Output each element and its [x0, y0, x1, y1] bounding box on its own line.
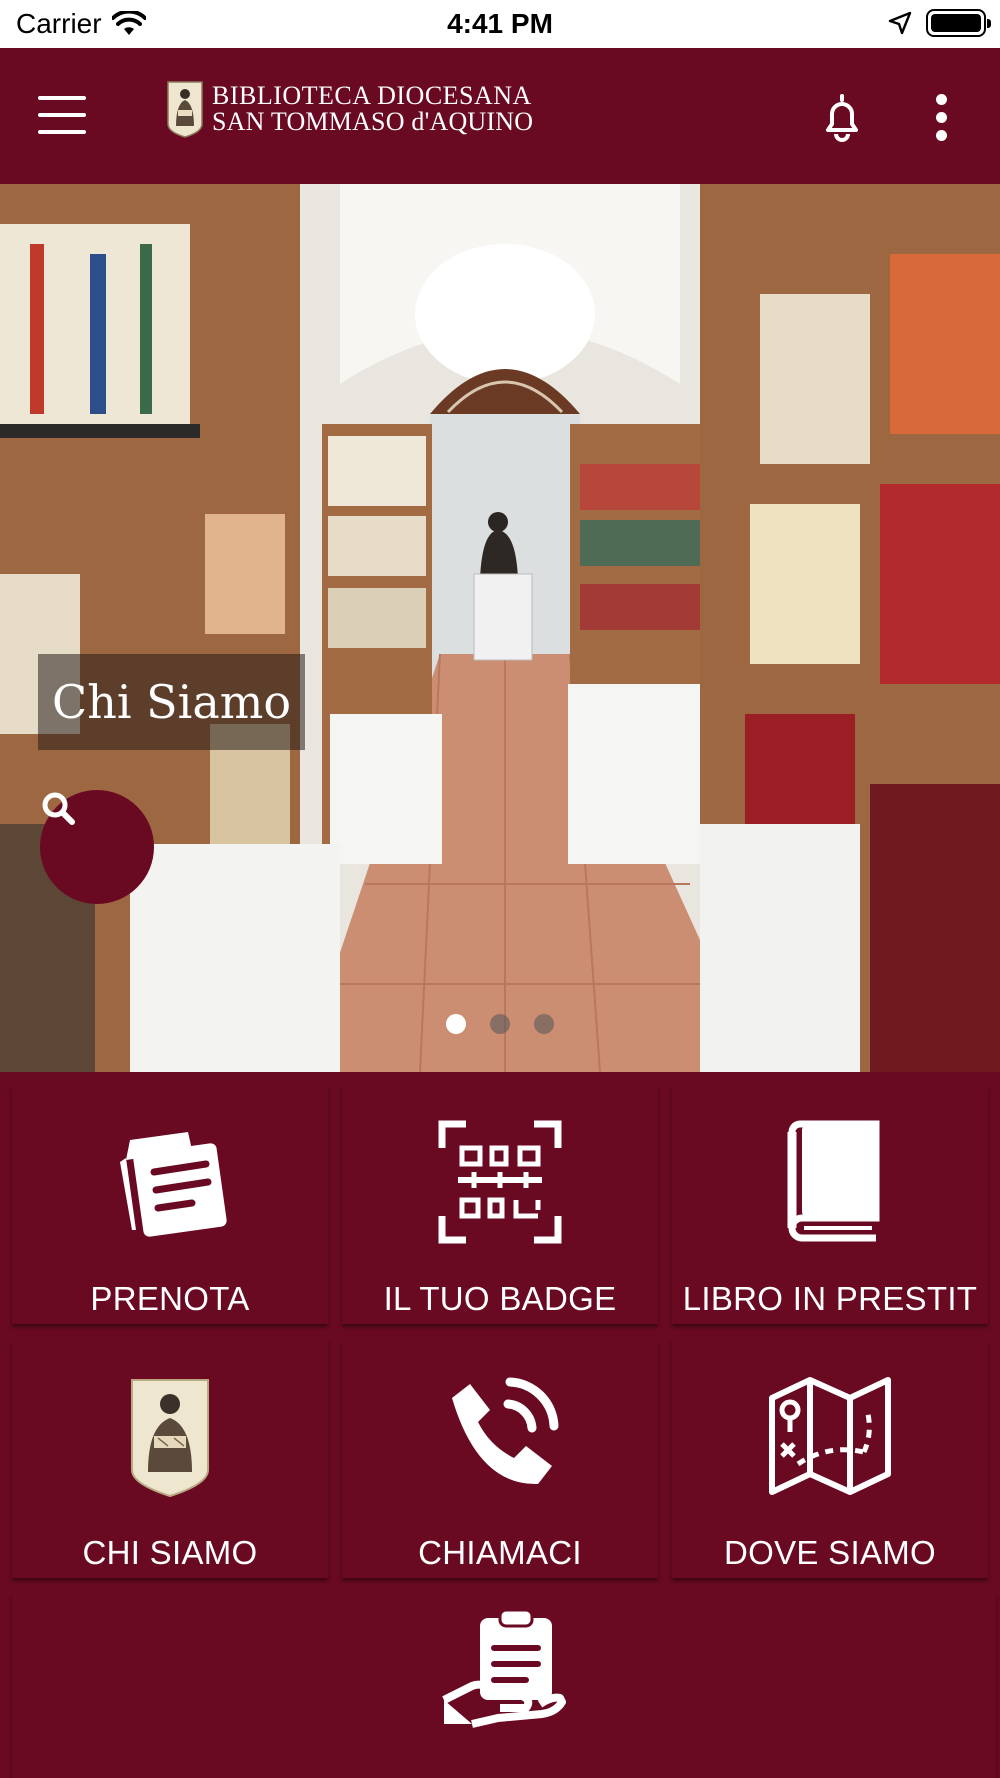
app-bar: BIBLIOTECA DIOCESANA SAN TOMMASO d'AQUIN… — [0, 48, 1000, 184]
bell-icon — [826, 94, 858, 142]
tile-dove-siamo[interactable]: DOVE SIAMO — [672, 1340, 988, 1578]
search-icon — [42, 792, 75, 825]
carousel-dot[interactable] — [446, 1014, 466, 1034]
clipboard-hand-icon — [442, 1608, 566, 1728]
hero-caption: Chi Siamo — [38, 654, 306, 750]
tile-label: IL TUO BADGE — [383, 1280, 617, 1317]
tile-prenota[interactable]: PRENOTA — [12, 1086, 328, 1324]
tile-libro-in-prestito[interactable]: LIBRO IN PRESTIT — [672, 1086, 988, 1324]
tile-chiamaci[interactable]: CHIAMACI — [342, 1340, 658, 1578]
logo-subtitle: SAN TOMMASO d'AQUINO — [212, 107, 534, 136]
tile-label: CHIAMACI — [418, 1534, 582, 1571]
location-arrow-icon — [888, 11, 912, 35]
notes-icon — [120, 1132, 227, 1237]
tile-services[interactable] — [12, 1594, 996, 1778]
carousel-dot[interactable] — [490, 1014, 510, 1034]
tile-label: CHI SIAMO — [82, 1534, 258, 1571]
notifications-button[interactable] — [816, 92, 868, 144]
tile-chi-siamo[interactable]: CHI SIAMO — [12, 1340, 328, 1578]
more-options-button[interactable] — [930, 92, 952, 144]
status-time: 4:41 PM — [447, 8, 553, 39]
status-indicators — [888, 9, 991, 37]
hamburger-menu-button[interactable] — [36, 90, 88, 140]
hero-carousel[interactable]: Chi Siamo — [0, 184, 1000, 1072]
feature-grid: PRENOTA IL TUO BADGE LIBRO IN PRESTIT CH… — [0, 1072, 1000, 1778]
carousel-dot[interactable] — [534, 1014, 554, 1034]
battery-icon — [926, 9, 991, 37]
carousel-pagination — [0, 1014, 1000, 1034]
tile-il-tuo-badge[interactable]: IL TUO BADGE — [342, 1086, 658, 1324]
library-interior-image — [0, 184, 1000, 1072]
status-bar: Carrier 4:41 PM — [0, 0, 1000, 48]
tile-label: DOVE SIAMO — [723, 1534, 937, 1571]
book-icon — [787, 1120, 880, 1242]
tile-label: PRENOTA — [90, 1280, 250, 1317]
map-icon — [769, 1377, 891, 1495]
logo-title: BIBLIOTECA DIOCESANA — [212, 81, 532, 110]
saint-emblem-icon — [167, 81, 203, 138]
search-button[interactable] — [40, 790, 154, 904]
qr-code-icon — [438, 1120, 562, 1244]
library-logo: BIBLIOTECA DIOCESANA SAN TOMMASO d'AQUIN… — [166, 80, 533, 138]
saint-emblem-icon — [131, 1379, 209, 1498]
phone-icon — [452, 1377, 559, 1485]
tile-label: LIBRO IN PRESTIT — [682, 1280, 978, 1317]
